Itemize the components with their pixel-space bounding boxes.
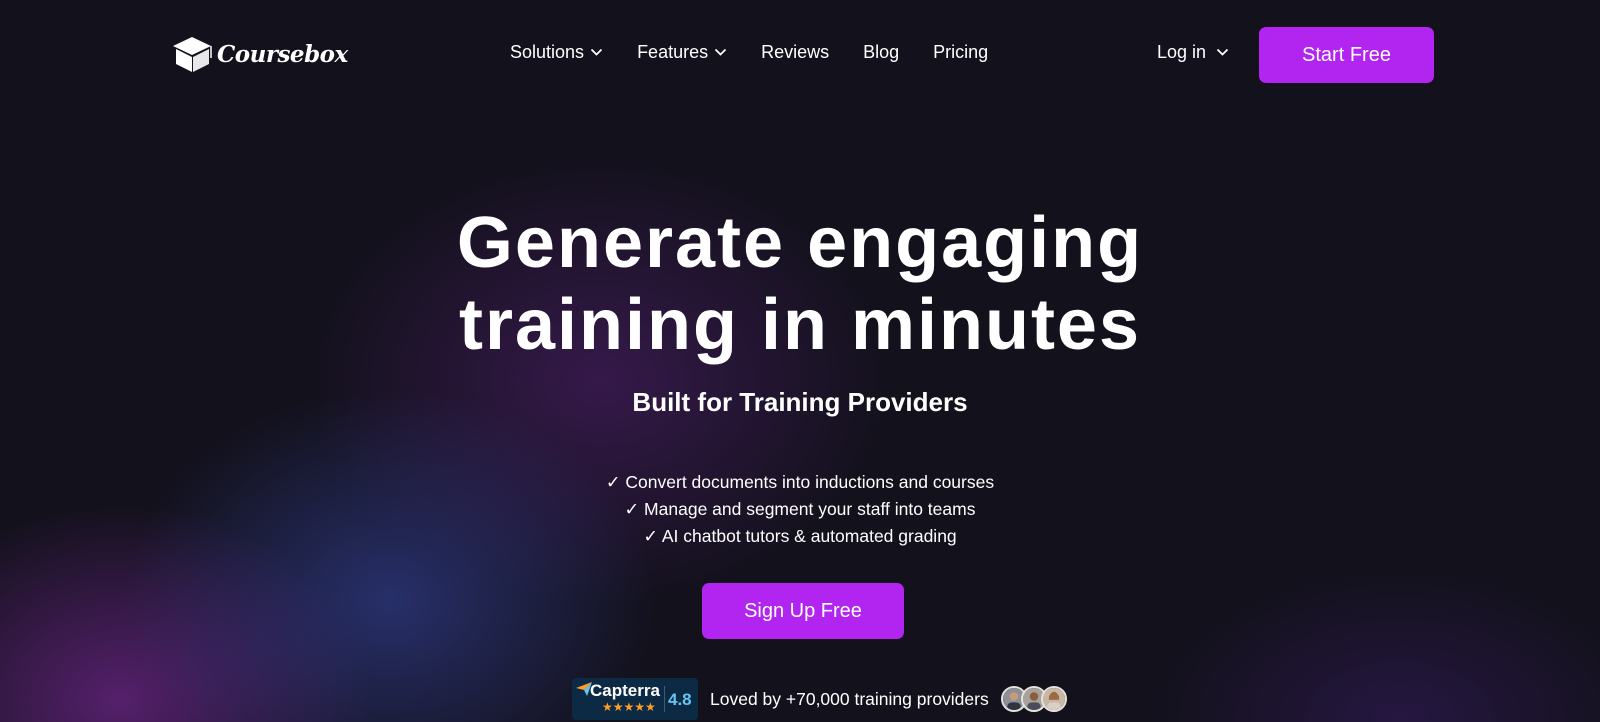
- avatar-group: [1000, 686, 1067, 712]
- nav-pricing-label: Pricing: [933, 42, 989, 62]
- chevron-down-icon: [714, 48, 727, 56]
- hero-title: Generate engaging training in minutes: [0, 202, 1600, 366]
- brand-name: Coursebox: [217, 40, 348, 68]
- hero-title-line1: Generate engaging: [456, 203, 1144, 283]
- graduation-cap-icon: [173, 37, 212, 72]
- main-menu: Solutions Features Reviews Blog Pricing: [510, 42, 988, 63]
- start-free-button[interactable]: Start Free: [1259, 27, 1434, 83]
- nav-features[interactable]: Features: [637, 42, 727, 63]
- capterra-score: 4.8: [668, 690, 692, 709]
- nav-reviews[interactable]: Reviews: [761, 42, 829, 63]
- coursebox-logo[interactable]: Coursebox: [171, 34, 348, 74]
- capterra-name: Capterra: [590, 681, 660, 700]
- star-icon: ★★★★★: [602, 700, 656, 714]
- chevron-down-icon: [590, 48, 603, 56]
- nav-solutions[interactable]: Solutions: [510, 42, 603, 63]
- nav-pricing[interactable]: Pricing: [933, 42, 988, 63]
- feature-item: ✓ Manage and segment your staff into tea…: [624, 499, 976, 519]
- capterra-badge[interactable]: Capterra ★★★★★ 4.8: [572, 678, 698, 720]
- avatar: [1040, 686, 1067, 712]
- feature-list: ✓ Convert documents into inductions and …: [0, 469, 1600, 550]
- login-label: Log in: [1157, 42, 1207, 62]
- login-link[interactable]: Log in: [1157, 42, 1229, 63]
- nav-blog-label: Blog: [863, 42, 900, 62]
- sign-up-free-button[interactable]: Sign Up Free: [702, 583, 904, 639]
- capterra-divider: [664, 686, 665, 712]
- top-navigation: Coursebox Solutions Features Reviews Blo…: [0, 0, 1600, 108]
- nav-solutions-label: Solutions: [510, 42, 585, 62]
- feature-item: ✓ AI chatbot tutors & automated grading: [643, 526, 957, 546]
- chevron-down-icon: [1216, 48, 1229, 56]
- hero-title-line2: training in minutes: [458, 285, 1142, 365]
- nav-features-label: Features: [637, 42, 709, 62]
- hero-subtitle: Built for Training Providers: [632, 387, 968, 417]
- social-proof: Capterra ★★★★★ 4.8 Loved by +70,000 trai…: [572, 678, 1067, 720]
- nav-blog[interactable]: Blog: [863, 42, 899, 63]
- nav-reviews-label: Reviews: [761, 42, 830, 62]
- feature-item: ✓ Convert documents into inductions and …: [605, 472, 995, 492]
- social-proof-text: Loved by +70,000 training providers: [710, 688, 989, 709]
